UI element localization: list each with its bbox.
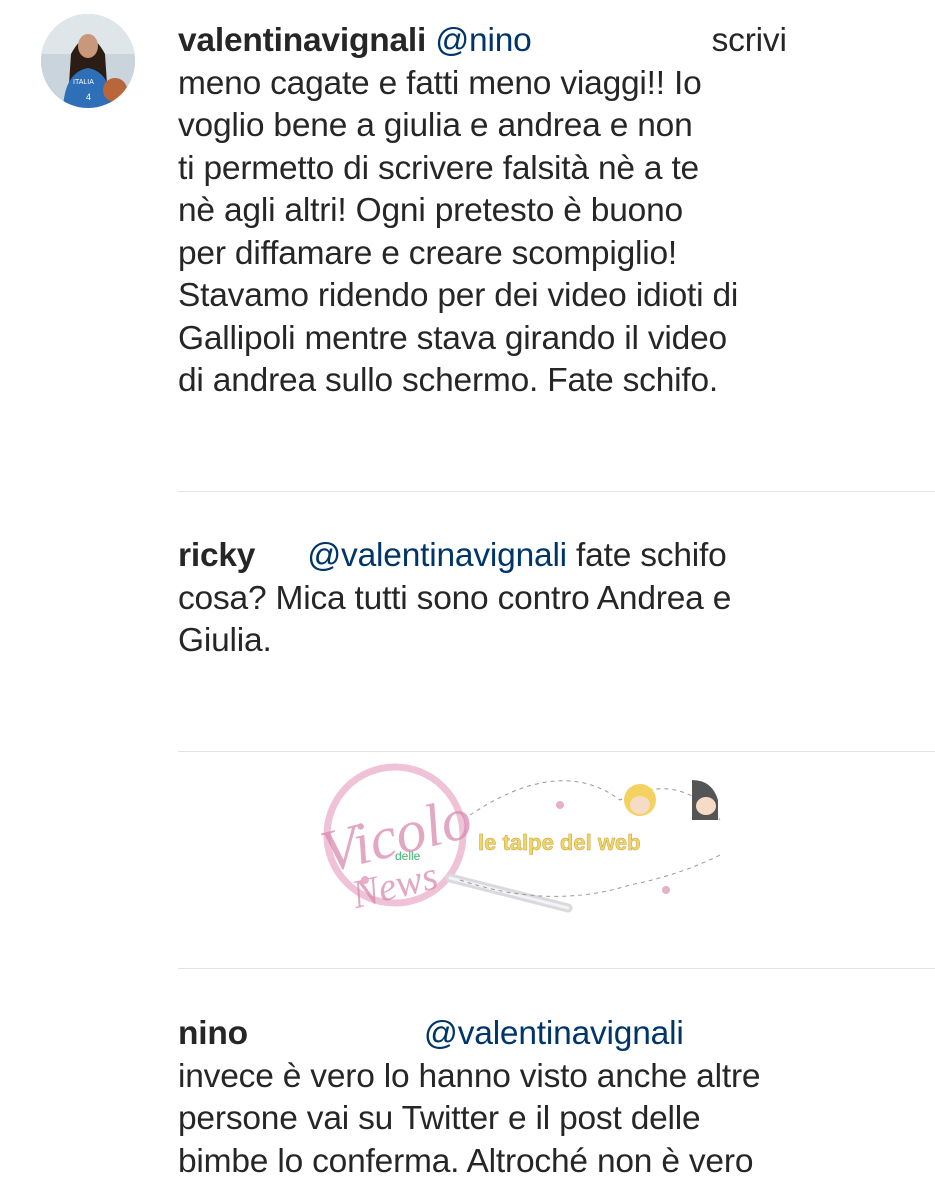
watermark-tagline: le talpe del web [478, 830, 641, 855]
comment-line: scrivi [711, 22, 787, 59]
comment-line: Gallipoli mentre stava girando il video [178, 319, 727, 357]
comment-mention[interactable]: @nino [435, 22, 532, 59]
comment-line: meno cagate e fatti meno viaggi!! Io [178, 64, 702, 102]
comment-line: ti permetto di scrivere falsità nè a te [178, 149, 699, 187]
comment-username[interactable]: nino [178, 1015, 248, 1052]
watermark-logo: Vicolo delle News le talpe del web [300, 760, 740, 930]
comment-line: nè agli altri! Ogni pretesto è buono [178, 192, 683, 229]
comment-line: bimbe lo conferma. Altroché non è vero [178, 1142, 754, 1180]
divider [178, 968, 935, 969]
comment-mention[interactable]: @valentinavignali [424, 1015, 684, 1052]
comment-line: invece è vero lo hanno visto anche altre [178, 1057, 761, 1095]
jersey-text: ITALIA [73, 79, 94, 86]
comment-line: Stavamo ridendo per dei video idioti di [178, 277, 739, 314]
divider [178, 751, 935, 752]
avatar-photo: ITALIA 4 [41, 14, 135, 108]
comment-line: per diffamare e creare scompiglio! [178, 234, 678, 272]
comment-line: fate schifo [576, 537, 727, 574]
comment-username[interactable]: valentinavignali [178, 22, 426, 59]
comment-text: nino @valentinavignali invece è vero lo h… [178, 1013, 915, 1183]
divider [178, 491, 935, 492]
comment-line: voglio bene a giulia e andrea e non [178, 107, 693, 144]
comment-line: di andrea sullo schermo. Fate schifo. [178, 362, 719, 399]
comment-line: cosa? Mica tutti sono contro Andrea e [178, 579, 732, 617]
comment-username[interactable]: ricky [178, 537, 255, 574]
avatar[interactable]: ITALIA 4 [41, 14, 135, 108]
comment-line: persone vai su Twitter e il post delle [178, 1100, 701, 1137]
comment-text: ricky @valentinavignali fate schifo cosa?… [178, 535, 915, 663]
comment-mention[interactable]: @valentinavignali [307, 537, 567, 574]
comment-text: valentinavignali @nino scrivi meno cagate… [178, 20, 915, 403]
jersey-number: 4 [86, 92, 91, 102]
comment-line: Giulia. [178, 622, 272, 659]
